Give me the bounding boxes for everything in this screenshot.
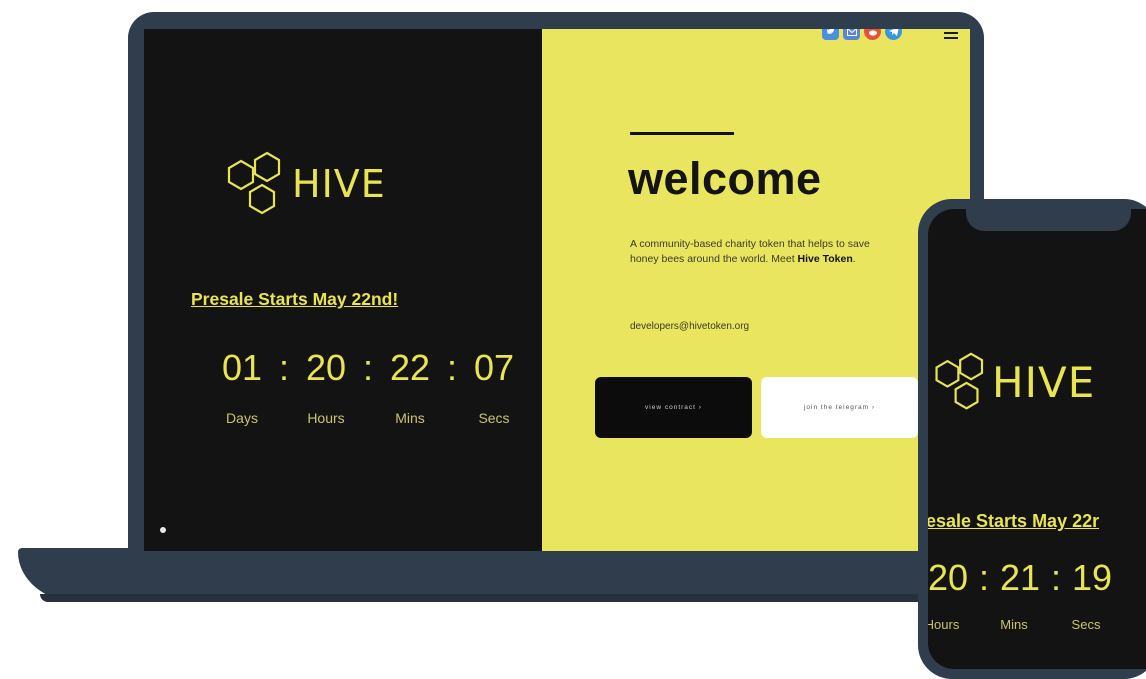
label-secs: Secs (1071, 617, 1101, 632)
countdown-separator: : (446, 347, 457, 388)
welcome-description: A community-based charity token that hel… (630, 237, 870, 267)
label-secs: Secs (478, 410, 510, 426)
welcome-divider (630, 132, 734, 135)
hamburger-menu-icon[interactable] (944, 29, 958, 42)
scroll-indicator-dot[interactable] (160, 527, 166, 533)
countdown-labels: Days Hours Mins Secs (214, 410, 522, 426)
countdown-timer: 01 : 20 : 22 : 07 (214, 347, 522, 389)
phone-device: HIVE esale Starts May 22r 20 : 21 : 19 H… (918, 199, 1146, 679)
honeycomb-icon (227, 151, 281, 215)
countdown-separator: : (978, 557, 989, 598)
honeycomb-icon (935, 352, 984, 410)
countdown-labels: Hours Mins Secs (928, 617, 1114, 632)
countdown-hours: 20 (928, 557, 969, 598)
description-end: . (852, 253, 856, 265)
social-links (822, 29, 902, 40)
mail-icon[interactable] (843, 29, 860, 40)
phone-notch (966, 209, 1131, 231)
hive-token-bold: Hive Token (797, 253, 853, 265)
welcome-heading: welcome (628, 153, 822, 204)
laptop-base-shadow (40, 594, 980, 602)
countdown-days: 01 (221, 347, 263, 388)
view-contract-button[interactable]: view contract › (595, 377, 752, 438)
countdown-separator: : (1050, 557, 1061, 598)
countdown-secs: 07 (473, 347, 515, 388)
laptop-screen: HIVE Presale Starts May 22nd! 01 : 20 : … (144, 29, 970, 551)
telegram-icon[interactable] (885, 29, 902, 40)
presale-link[interactable]: esale Starts May 22r (928, 511, 1099, 532)
logo-text: HIVE (992, 357, 1096, 407)
twitter-icon[interactable] (822, 29, 839, 40)
label-hours: Hours (307, 410, 345, 426)
label-mins: Mins (395, 410, 425, 426)
hero-right-panel: welcome A community-based charity token … (542, 29, 970, 551)
join-telegram-button[interactable]: join the telegram › (761, 377, 918, 438)
countdown-mins: 22 (389, 347, 431, 388)
countdown-mins: 21 (999, 557, 1041, 598)
hive-logo[interactable]: HIVE (224, 149, 386, 219)
hive-logo[interactable]: HIVE (932, 349, 1095, 415)
countdown-hours: 20 (305, 347, 347, 388)
hero-left-panel: HIVE Presale Starts May 22nd! 01 : 20 : … (144, 29, 542, 551)
contact-email[interactable]: developers@hivetoken.org (630, 321, 749, 332)
label-days: Days (226, 410, 258, 426)
presale-link[interactable]: Presale Starts May 22nd! (191, 289, 398, 310)
label-hours: Hours (928, 617, 960, 632)
reddit-icon[interactable] (864, 29, 881, 40)
phone-screen: HIVE esale Starts May 22r 20 : 21 : 19 H… (928, 209, 1146, 669)
countdown-separator: : (278, 347, 289, 388)
countdown-separator: : (362, 347, 373, 388)
logo-text: HIVE (292, 162, 386, 206)
countdown-secs: 19 (1071, 557, 1113, 598)
label-mins: Mins (1000, 617, 1028, 632)
countdown-timer: 20 : 21 : 19 (928, 557, 1114, 599)
